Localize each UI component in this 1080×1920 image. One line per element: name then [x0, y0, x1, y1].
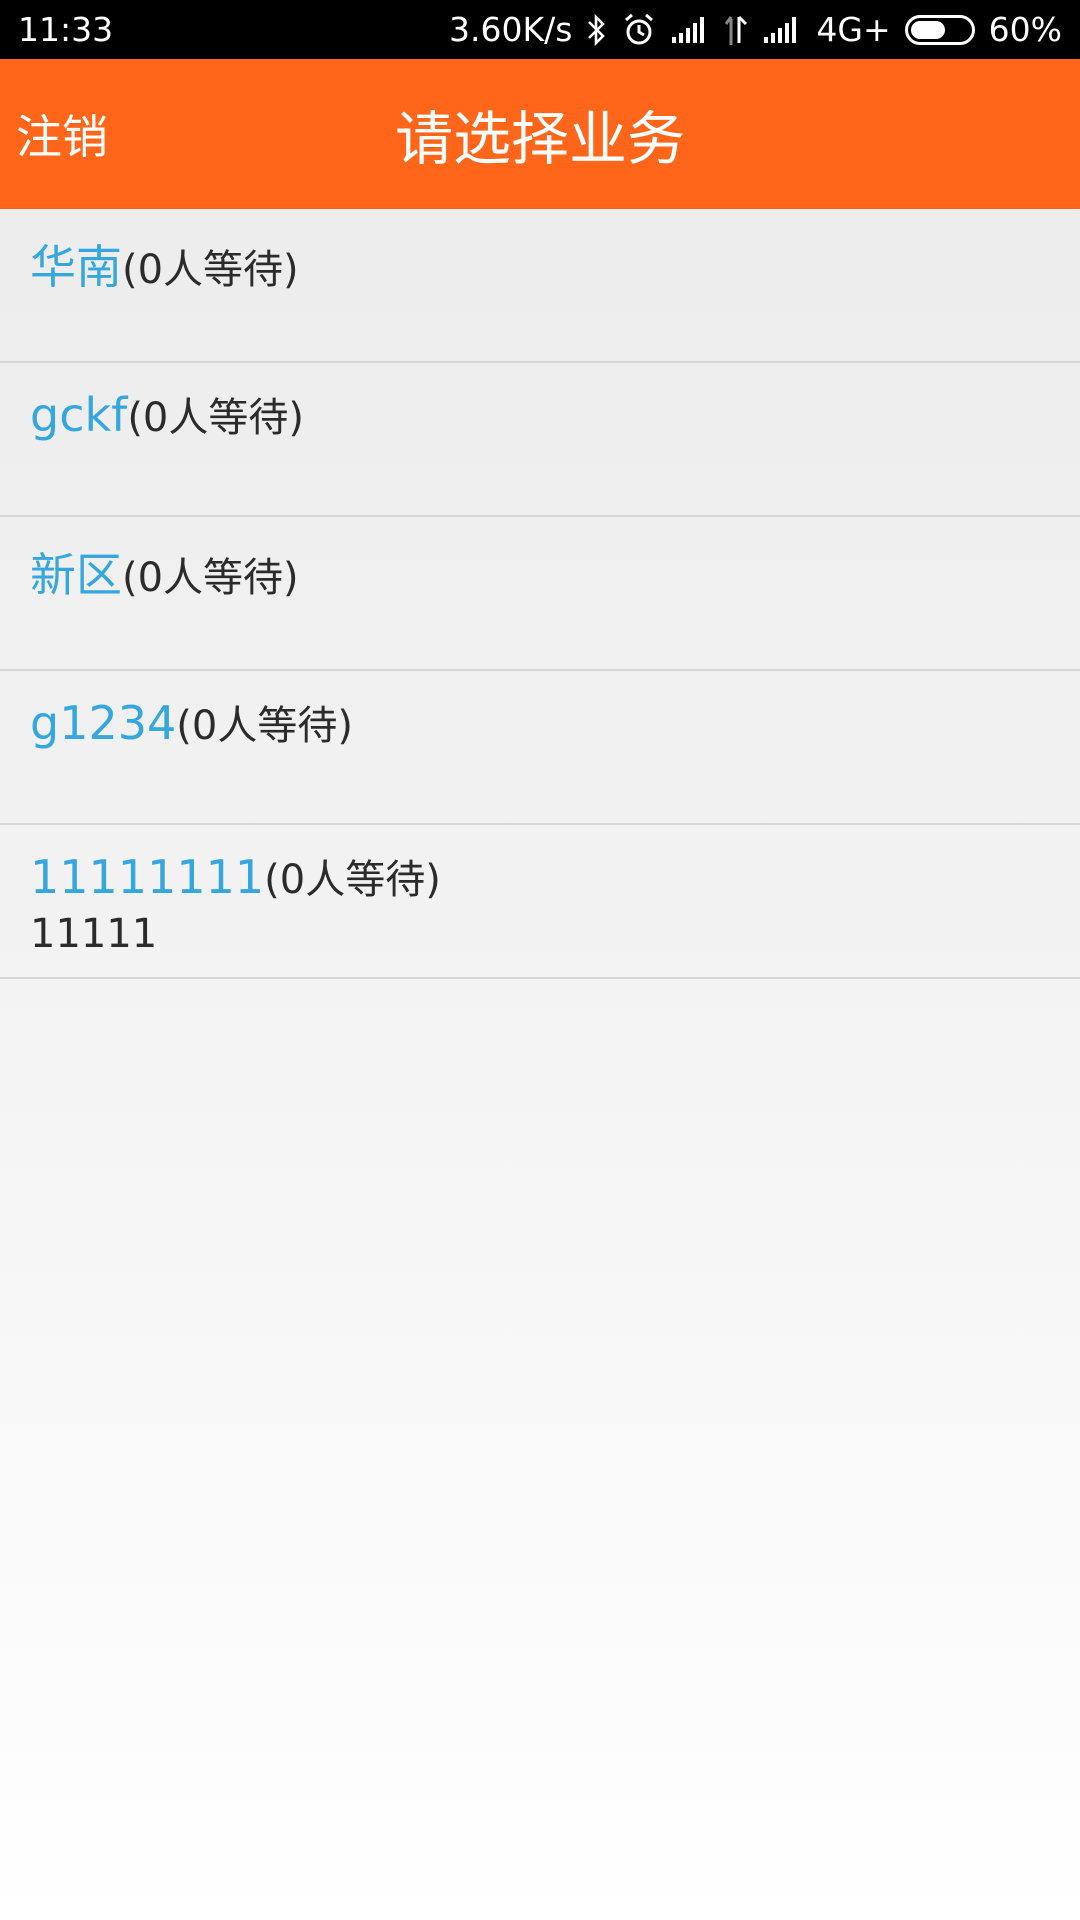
service-name: 新区 — [30, 548, 122, 602]
logout-button[interactable]: 注销 — [16, 59, 108, 209]
list-item[interactable]: g1234 (0人等待) — [0, 671, 1080, 825]
status-bar: 11:33 3.60K/s 4G+ 60% — [0, 0, 1080, 59]
wait-count: (0人等待) — [264, 857, 441, 903]
app-header: 注销 请选择业务 — [0, 59, 1080, 209]
service-name: 华南 — [30, 240, 122, 294]
status-icons: 3.60K/s 4G+ 60% — [449, 10, 1062, 50]
bluetooth-icon — [586, 10, 608, 50]
service-name: g1234 — [30, 696, 177, 750]
network-type: 4G+ — [816, 10, 891, 49]
service-description: 11111 — [30, 911, 158, 957]
wait-count: (0人等待) — [127, 395, 304, 441]
item-title: 11111111 (0人等待) — [30, 847, 1050, 905]
item-title: 新区 (0人等待) — [30, 539, 1050, 605]
battery-icon — [904, 14, 975, 45]
item-title: g1234 (0人等待) — [30, 693, 1050, 751]
battery-percent: 60% — [988, 10, 1062, 49]
item-title: gckf (0人等待) — [30, 385, 1050, 443]
service-list: 华南 (0人等待) gckf (0人等待) 新区 (0人等待) g1234 (0… — [0, 209, 1080, 979]
item-title: 华南 (0人等待) — [30, 231, 1050, 297]
battery-level — [910, 20, 946, 39]
signal-icon — [670, 10, 710, 50]
signal-icon — [762, 10, 802, 50]
wait-count: (0人等待) — [176, 703, 353, 749]
list-item[interactable]: 新区 (0人等待) — [0, 517, 1080, 671]
service-name: gckf — [30, 388, 128, 442]
list-item[interactable]: 11111111 (0人等待) 11111 — [0, 825, 1080, 979]
wait-count: (0人等待) — [122, 247, 299, 293]
network-speed: 3.60K/s — [448, 10, 573, 49]
list-item[interactable]: gckf (0人等待) — [0, 363, 1080, 517]
wait-count: (0人等待) — [122, 555, 299, 601]
status-time: 11:33 — [18, 10, 114, 49]
list-item[interactable]: 华南 (0人等待) — [0, 209, 1080, 363]
data-arrows-icon — [724, 10, 748, 50]
page-title: 请选择业务 — [394, 105, 685, 173]
alarm-icon — [622, 10, 656, 50]
service-name: 11111111 — [30, 850, 265, 904]
